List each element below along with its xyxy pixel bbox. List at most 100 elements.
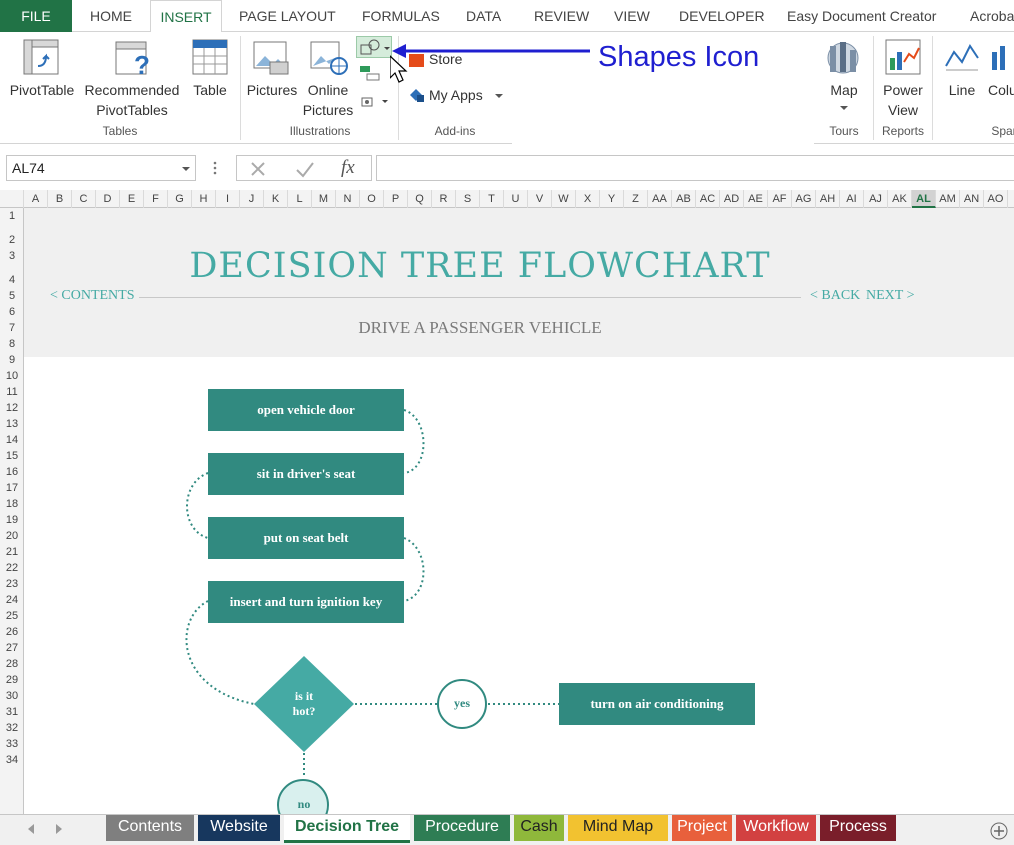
column-header[interactable]: K (264, 190, 288, 208)
sheet-tab[interactable]: Process (820, 815, 896, 841)
flow-step-1[interactable]: open vehicle door (208, 389, 404, 431)
shapes-button[interactable] (356, 36, 392, 58)
column-header[interactable]: A (24, 190, 48, 208)
row-header[interactable]: 28 (0, 656, 24, 672)
row-header[interactable]: 25 (0, 608, 24, 624)
column-header[interactable]: AN (960, 190, 984, 208)
row-header[interactable]: 2 (0, 224, 24, 248)
column-header[interactable]: I (216, 190, 240, 208)
column-header[interactable]: M (312, 190, 336, 208)
column-header[interactable]: AF (768, 190, 792, 208)
row-header[interactable]: 11 (0, 384, 24, 400)
column-header[interactable]: AB (672, 190, 696, 208)
column-header[interactable]: B (48, 190, 72, 208)
column-header[interactable]: F (144, 190, 168, 208)
screenshot-icon[interactable] (360, 94, 392, 110)
row-header[interactable]: 8 (0, 336, 24, 352)
column-header[interactable]: AO (984, 190, 1008, 208)
recommended-pivottables-button[interactable]: Recommended PivotTables (80, 80, 184, 120)
tab-view[interactable]: VIEW (614, 0, 650, 32)
row-header[interactable]: 18 (0, 496, 24, 512)
name-box[interactable]: AL74 (6, 155, 196, 181)
column-header[interactable]: U (504, 190, 528, 208)
column-header[interactable]: AA (648, 190, 672, 208)
column-header[interactable]: V (528, 190, 552, 208)
row-header[interactable]: 5 (0, 288, 24, 304)
table-button[interactable]: Table (186, 80, 234, 100)
column-header[interactable]: Q (408, 190, 432, 208)
column-header[interactable]: AL (912, 190, 936, 208)
tab-acrobat[interactable]: Acroba (970, 0, 1014, 32)
row-header[interactable]: 9 (0, 352, 24, 368)
row-header[interactable]: 16 (0, 464, 24, 480)
row-header[interactable]: 31 (0, 704, 24, 720)
map-button[interactable]: Map (818, 80, 870, 100)
flow-step-4[interactable]: insert and turn ignition key (208, 581, 404, 623)
new-sheet-icon[interactable] (989, 821, 1009, 841)
tab-data[interactable]: DATA (466, 0, 501, 32)
row-header[interactable]: 23 (0, 576, 24, 592)
column-header[interactable]: AE (744, 190, 768, 208)
row-header[interactable]: 15 (0, 448, 24, 464)
flow-step-3[interactable]: put on seat belt (208, 517, 404, 559)
chevron-down-icon[interactable] (181, 165, 191, 173)
sheet-tab[interactable]: Cash (514, 815, 564, 841)
sheet-tab[interactable]: Contents (106, 815, 194, 841)
row-header[interactable]: 34 (0, 752, 24, 768)
column-header[interactable]: AH (816, 190, 840, 208)
row-header[interactable]: 10 (0, 368, 24, 384)
enter-icon[interactable] (295, 160, 315, 178)
cancel-icon[interactable] (249, 160, 267, 178)
row-header[interactable]: 20 (0, 528, 24, 544)
row-header[interactable]: 4 (0, 264, 24, 288)
row-header[interactable]: 27 (0, 640, 24, 656)
row-header[interactable]: 30 (0, 688, 24, 704)
row-header[interactable]: 29 (0, 672, 24, 688)
row-header[interactable]: 1 (0, 208, 24, 224)
smartart-icon[interactable] (359, 64, 381, 82)
power-view-button[interactable]: Power View (876, 80, 930, 120)
tab-page-layout[interactable]: PAGE LAYOUT (239, 0, 336, 32)
pivottable-button[interactable]: PivotTable (6, 80, 78, 100)
flow-step-2[interactable]: sit in driver's seat (208, 453, 404, 495)
formula-input[interactable] (376, 155, 1014, 181)
column-header[interactable]: J (240, 190, 264, 208)
row-header[interactable]: 22 (0, 560, 24, 576)
online-pictures-button[interactable]: Online Pictures (300, 80, 356, 120)
sheet-tab[interactable]: Website (198, 815, 280, 841)
line-sparkline-button[interactable]: Line (942, 80, 982, 100)
column-header[interactable]: T (480, 190, 504, 208)
pictures-button[interactable]: Pictures (244, 80, 300, 100)
column-header[interactable]: W (552, 190, 576, 208)
insert-function-button[interactable]: fx (341, 157, 355, 179)
column-header[interactable]: AG (792, 190, 816, 208)
column-header[interactable]: L (288, 190, 312, 208)
column-header[interactable]: S (456, 190, 480, 208)
scroll-left-icon[interactable] (26, 823, 36, 835)
row-header[interactable]: 19 (0, 512, 24, 528)
column-header[interactable]: AK (888, 190, 912, 208)
tab-developer[interactable]: DEVELOPER (679, 0, 765, 32)
sheet-tab[interactable]: Workflow (736, 815, 816, 841)
yes-action-box[interactable]: turn on air conditioning (559, 683, 755, 725)
scroll-right-icon[interactable] (54, 823, 64, 835)
sheet-tab[interactable]: Decision Tree (284, 815, 410, 843)
tab-formulas[interactable]: FORMULAS (362, 0, 440, 32)
column-header[interactable]: AM (936, 190, 960, 208)
column-header[interactable]: Y (600, 190, 624, 208)
column-header[interactable]: O (360, 190, 384, 208)
column-header[interactable]: D (96, 190, 120, 208)
column-header[interactable]: X (576, 190, 600, 208)
tab-insert[interactable]: INSERT (150, 0, 222, 33)
column-header[interactable]: C (72, 190, 96, 208)
column-header[interactable]: P (384, 190, 408, 208)
row-header[interactable]: 13 (0, 416, 24, 432)
row-header[interactable]: 26 (0, 624, 24, 640)
row-header[interactable]: 7 (0, 320, 24, 336)
column-header[interactable]: AI (840, 190, 864, 208)
column-header[interactable]: Z (624, 190, 648, 208)
row-header[interactable]: 3 (0, 248, 24, 264)
column-header[interactable]: R (432, 190, 456, 208)
sheet-tab[interactable]: Mind Map (568, 815, 668, 841)
column-header[interactable]: G (168, 190, 192, 208)
